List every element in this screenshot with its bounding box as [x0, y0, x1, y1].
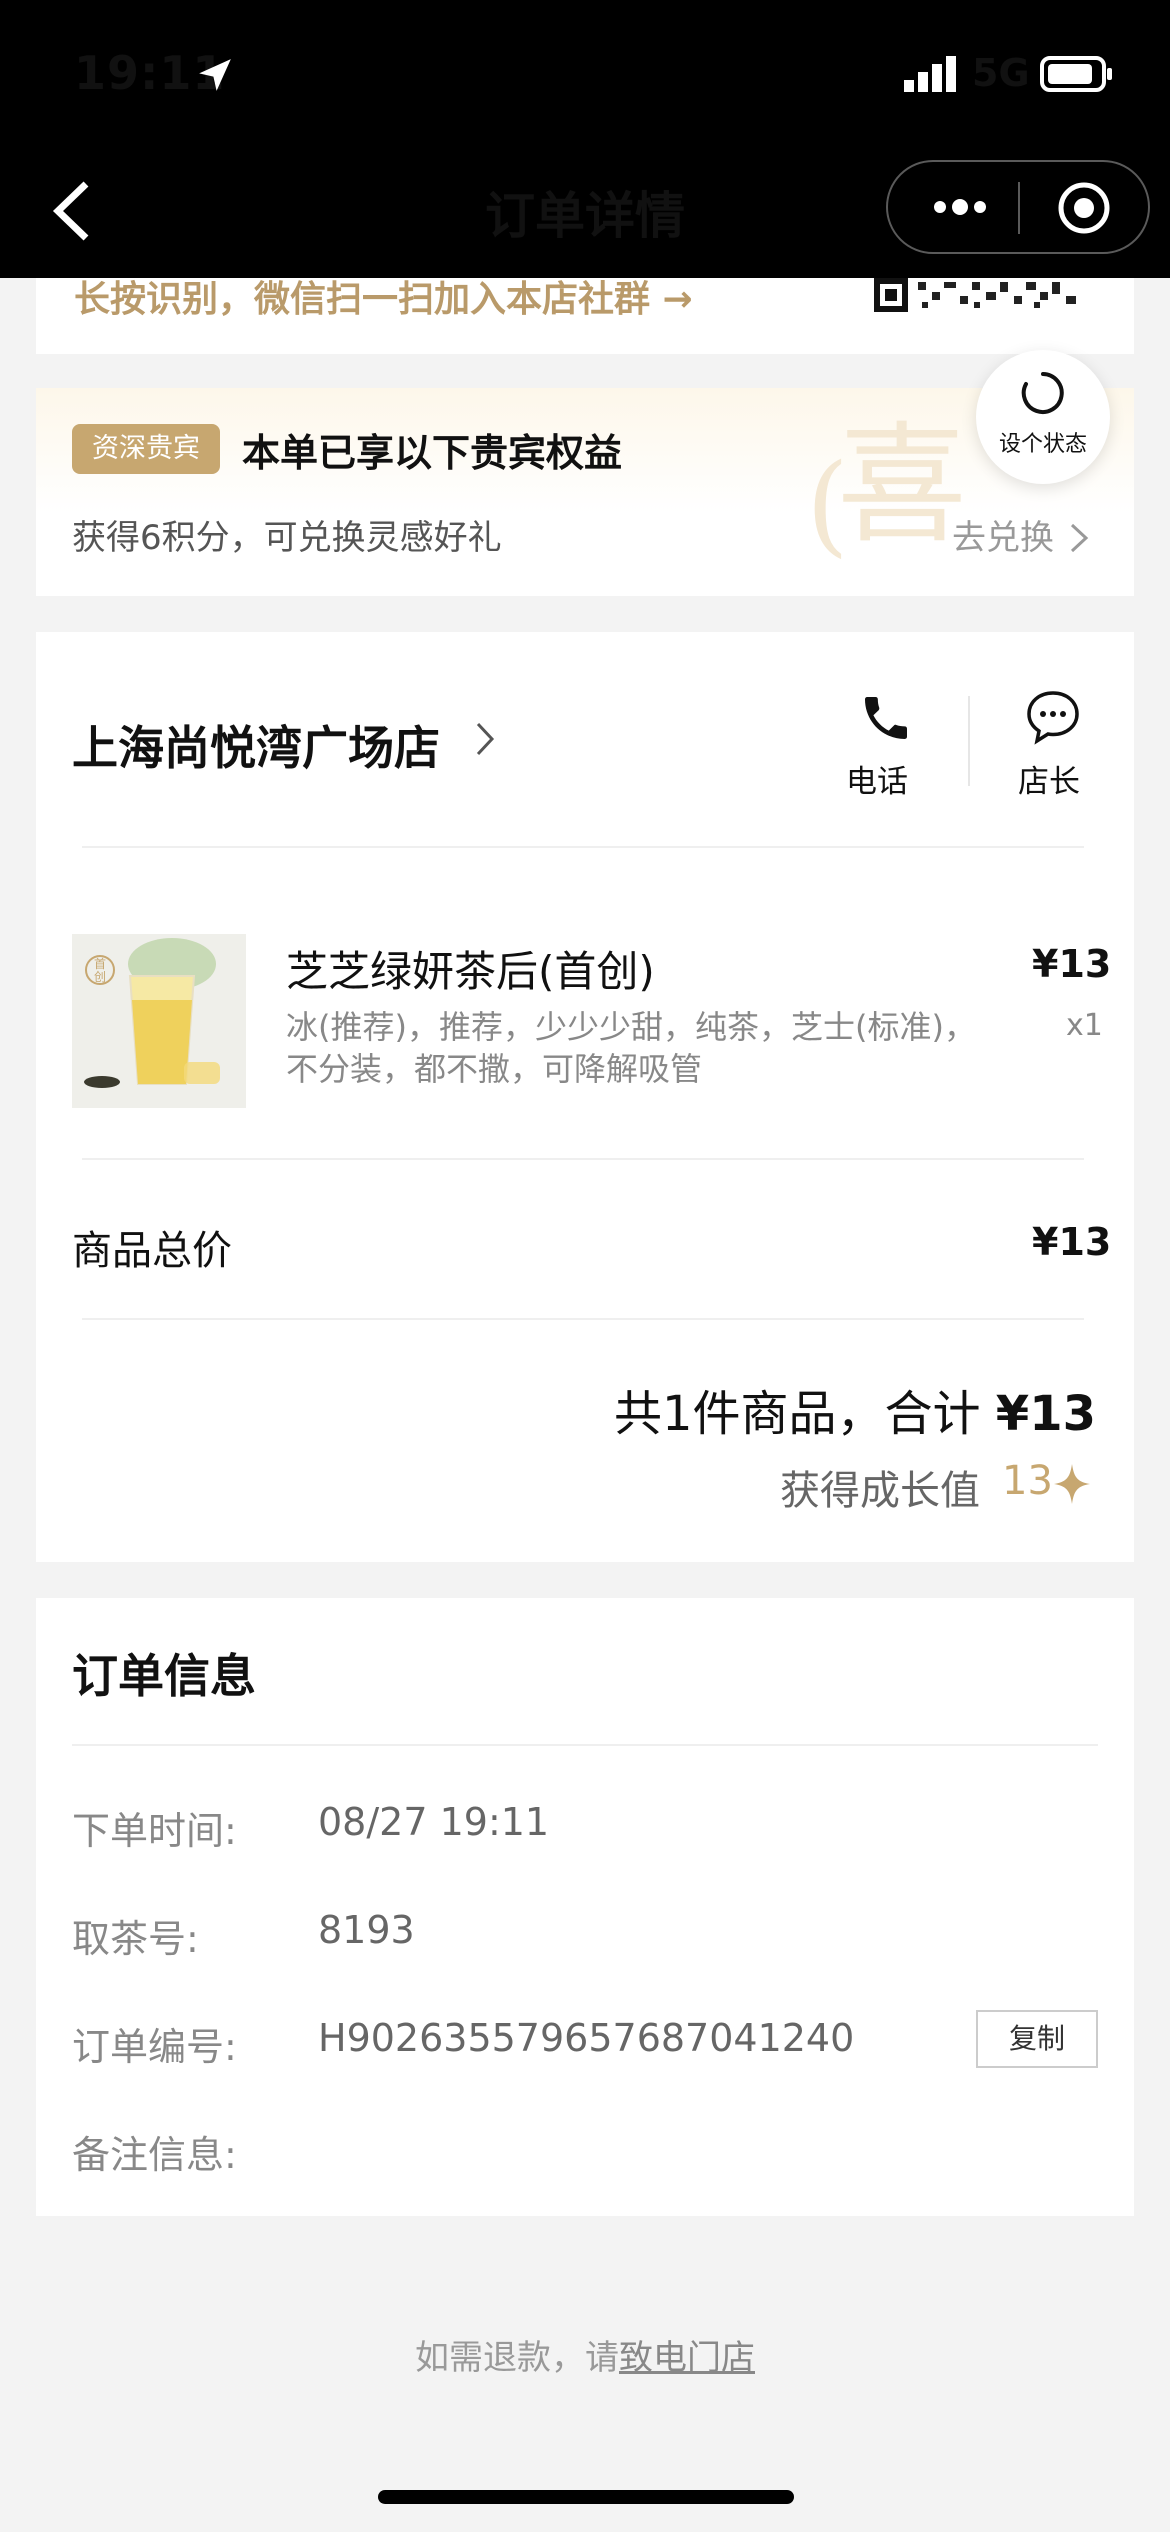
more-icon[interactable] [928, 190, 992, 224]
order-summary: 共1件商品，合计 ¥13 [0, 1374, 1096, 1444]
divider [72, 1744, 1098, 1746]
sparkle-icon [1054, 1464, 1090, 1504]
location-arrow-icon [199, 59, 231, 91]
order-number-label: 订单编号: [72, 2025, 237, 2069]
order-number-value: H902635579657687041240 [318, 2016, 855, 2060]
vip-badge: 资深贵宾 [72, 424, 220, 474]
refund-footer: 如需退款，请致电门店 [0, 2330, 1170, 2379]
chevron-right-icon[interactable] [474, 720, 496, 758]
network-type: 5G [972, 51, 1030, 95]
subtotal-value: ¥13 [1032, 1220, 1112, 1264]
redeem-link[interactable]: 去兑换 [952, 510, 1054, 559]
call-store-link[interactable]: 致电门店 [619, 2338, 755, 2378]
order-time-value: 08/27 19:11 [318, 1800, 550, 1844]
manager-label[interactable]: 店长 [1018, 756, 1080, 801]
home-indicator[interactable] [378, 2490, 794, 2504]
product-name: 芝芝绿妍茶后(首创) [286, 947, 655, 996]
pickup-number-value: 8193 [318, 1908, 415, 1952]
target-icon[interactable] [1056, 180, 1112, 236]
set-status-label: 设个状态 [998, 432, 1087, 457]
vip-title: 本单已享以下贵宾权益 [242, 431, 623, 475]
order-info-title: 订单信息 [72, 1649, 256, 1703]
order-time-label: 下单时间: [72, 1809, 237, 1853]
product-options-line: 冰(推荐)，推荐，少少少甜，纯茶，芝士(标准)， [286, 1008, 976, 1046]
product-options-line: 不分装，都不撒，可降解吸管 [286, 1050, 703, 1088]
chevron-right-icon[interactable] [1068, 522, 1090, 554]
signal-icon [904, 56, 956, 92]
product-image: 首创 [72, 934, 246, 1108]
phone-icon[interactable] [858, 690, 914, 746]
subtotal-label: 商品总价 [72, 1228, 232, 1274]
growth-value: 13 [1002, 1458, 1053, 1504]
refresh-icon [1021, 372, 1064, 414]
divider [82, 846, 1084, 848]
note-label: 备注信息: [72, 2133, 237, 2177]
phone-label[interactable]: 电话 [846, 756, 908, 801]
pickup-number-label: 取茶号: [72, 1917, 199, 1961]
product-options: 冰(推荐)，推荐，少少少甜，纯茶，芝士(标准)， 不分装，都不撒，可降解吸管 [286, 1006, 1006, 1090]
growth-label: 获得成长值 [780, 1468, 980, 1514]
product-price: ¥13 [1032, 942, 1112, 986]
vip-points-text: 获得6积分，可兑换灵感好礼 [72, 518, 502, 558]
product-tag: 首创 [93, 957, 106, 984]
divider [82, 1158, 1084, 1160]
summary-prefix: 共1件商品，合计 [613, 1386, 996, 1442]
chat-icon[interactable] [1024, 688, 1082, 746]
copy-button[interactable]: 复制 [976, 2010, 1098, 2068]
divider [968, 696, 970, 786]
battery-icon [1040, 56, 1112, 92]
store-name[interactable]: 上海尚悦湾广场店 [72, 712, 440, 778]
summary-amount: ¥13 [995, 1386, 1096, 1442]
divider [82, 1318, 1084, 1320]
qr-banner-text[interactable]: 长按识别，微信扫一扫加入本店社群 → [74, 270, 693, 322]
qr-code-icon[interactable] [874, 278, 1084, 312]
refund-text: 如需退款，请 [415, 2338, 619, 2378]
product-quantity: x1 [1066, 1008, 1103, 1043]
